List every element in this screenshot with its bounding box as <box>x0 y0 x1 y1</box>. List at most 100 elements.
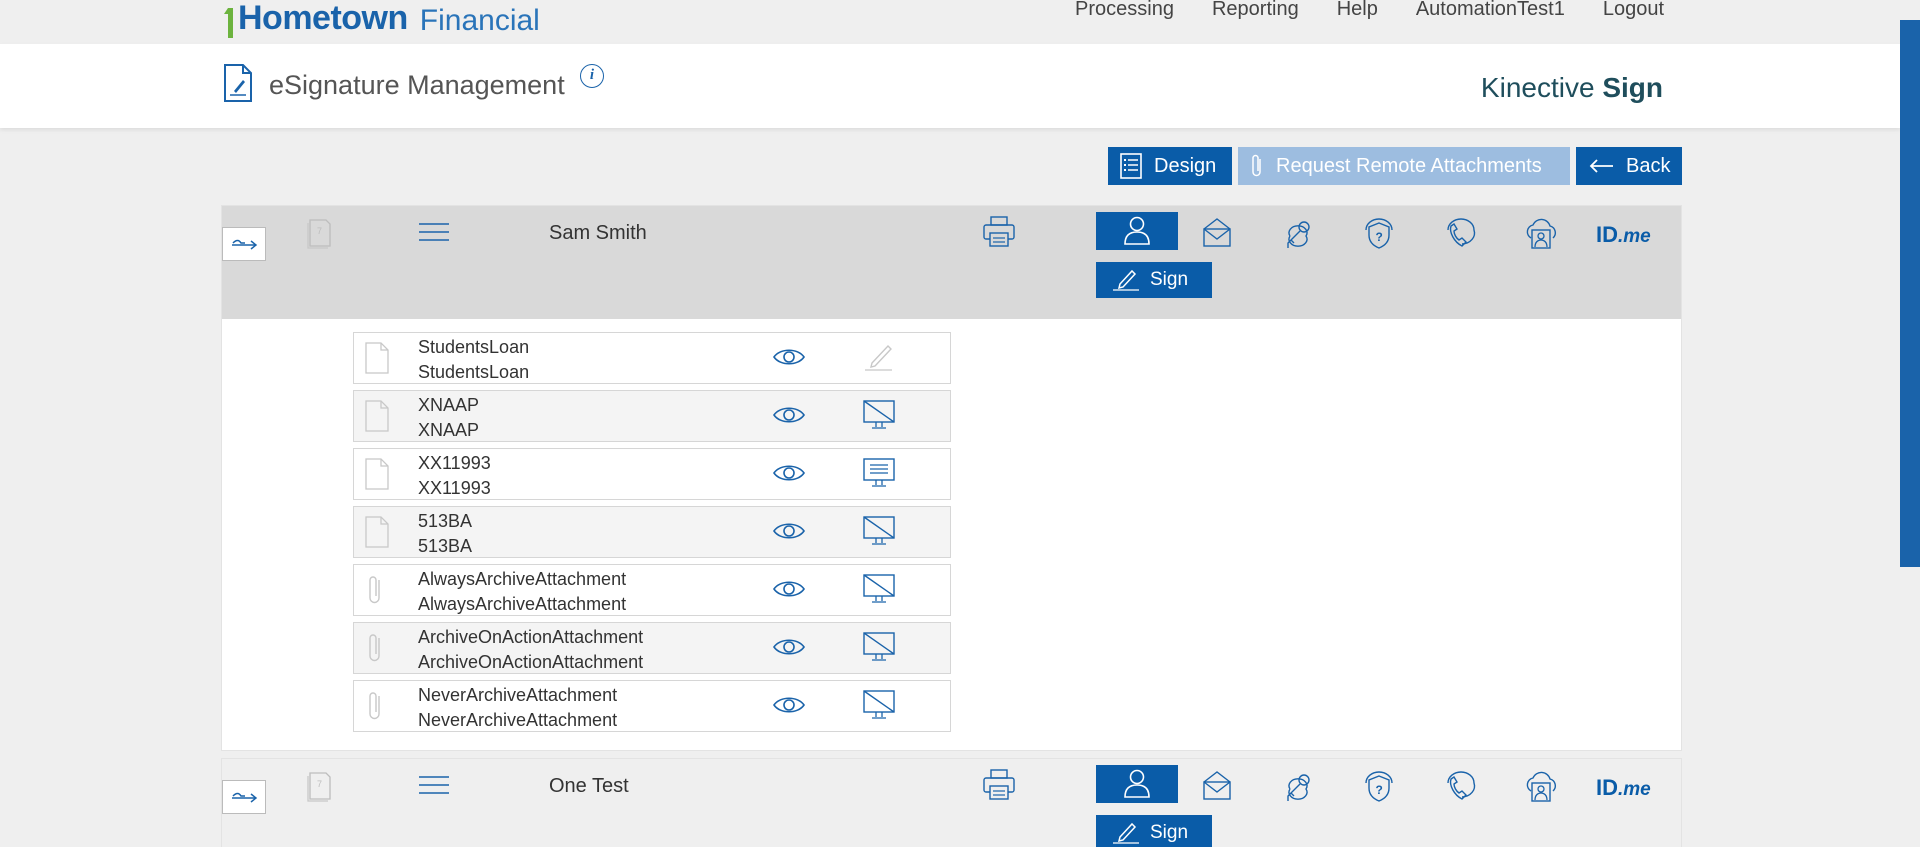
idme-suffix: .me <box>1618 779 1651 800</box>
route-arrow-icon <box>232 239 258 250</box>
pen-signed-icon[interactable] <box>862 341 896 373</box>
paperclip-icon <box>369 692 380 720</box>
document-row[interactable]: 513BA 513BA <box>353 506 951 558</box>
document-list: StudentsLoan StudentsLoan XNAAP XNAAP XX… <box>222 319 1681 751</box>
monitor-disabled-icon[interactable] <box>862 689 896 721</box>
document-row[interactable]: XNAAP XNAAP <box>353 390 951 442</box>
document-row[interactable]: StudentsLoan StudentsLoan <box>353 332 951 384</box>
idme-logo[interactable]: ID.me <box>1596 775 1651 801</box>
package-icon: 7 <box>307 772 331 802</box>
document-name: ArchiveOnActionAttachment <box>418 627 644 647</box>
sign-button[interactable]: Sign <box>1096 262 1212 298</box>
route-button[interactable] <box>222 780 266 814</box>
document-description: StudentsLoan <box>418 362 530 382</box>
shield-question-icon[interactable]: ? <box>1361 216 1397 250</box>
signer-header: 7 One Test ? ID.me Sign <box>222 759 1681 847</box>
design-list-icon <box>1120 153 1142 179</box>
key-icon[interactable] <box>1280 216 1316 250</box>
document-names: NeverArchiveAttachment NeverArchiveAttac… <box>418 683 617 733</box>
eye-icon[interactable] <box>772 577 806 601</box>
in-person-method-button[interactable] <box>1096 765 1178 803</box>
monitor-active-icon[interactable] <box>862 457 896 489</box>
document-description: NeverArchiveAttachment <box>418 710 618 730</box>
monitor-disabled-icon[interactable] <box>862 573 896 605</box>
printer-icon[interactable] <box>982 215 1016 249</box>
eye-icon[interactable] <box>772 345 806 369</box>
document-description: ArchiveOnActionAttachment <box>418 652 644 672</box>
document-names: XNAAP XNAAP <box>418 393 479 443</box>
document-description: 513BA <box>418 536 473 556</box>
menu-icon[interactable] <box>418 775 450 795</box>
document-name: 513BA <box>418 511 473 531</box>
paperclip-icon <box>369 634 380 662</box>
nav-help[interactable]: Help <box>1337 0 1378 21</box>
request-remote-attachments-button[interactable]: Request Remote Attachments <box>1238 147 1570 185</box>
eye-icon[interactable] <box>772 519 806 543</box>
menu-icon[interactable] <box>418 222 450 242</box>
signer-name: Sam Smith <box>549 222 647 244</box>
pen-icon <box>1113 269 1139 291</box>
nav-user[interactable]: AutomationTest1 <box>1416 0 1565 21</box>
nav-processing[interactable]: Processing <box>1075 0 1174 21</box>
request-remote-attachments-label: Request Remote Attachments <box>1276 154 1542 177</box>
eye-icon[interactable] <box>772 461 806 485</box>
document-row[interactable]: ArchiveOnActionAttachment ArchiveOnActio… <box>353 622 951 674</box>
sign-button[interactable]: Sign <box>1096 815 1212 847</box>
route-button[interactable] <box>222 227 266 261</box>
page-header: eSignature Management i Kinective Sign <box>0 44 1900 128</box>
cloud-user-icon[interactable] <box>1523 769 1559 803</box>
idme-text: ID <box>1596 222 1618 247</box>
brand-bold-text: Sign <box>1602 72 1663 103</box>
document-description: XNAAP <box>418 420 480 440</box>
shield-question-icon[interactable]: ? <box>1361 769 1397 803</box>
document-row[interactable]: XX11993 XX11993 <box>353 448 951 500</box>
in-person-icon <box>1124 769 1150 798</box>
document-name: NeverArchiveAttachment <box>418 685 618 705</box>
brand-normal-text: Kinective <box>1480 72 1595 103</box>
in-person-icon <box>1124 216 1150 245</box>
phone-icon[interactable] <box>1442 769 1478 803</box>
document-row[interactable]: AlwaysArchiveAttachment AlwaysArchiveAtt… <box>353 564 951 616</box>
eye-icon[interactable] <box>772 403 806 427</box>
document-name: AlwaysArchiveAttachment <box>418 569 627 589</box>
nav-reporting[interactable]: Reporting <box>1212 0 1299 21</box>
page-scrollbar[interactable] <box>1900 0 1920 847</box>
printer-icon[interactable] <box>982 768 1016 802</box>
esignature-document-icon <box>224 64 252 102</box>
document-icon <box>365 458 389 490</box>
cloud-user-icon[interactable] <box>1523 216 1559 250</box>
document-names: 513BA 513BA <box>418 509 472 559</box>
signer-name: One Test <box>549 775 629 797</box>
svg-text:?: ? <box>1376 783 1383 797</box>
key-icon[interactable] <box>1280 769 1316 803</box>
hometown-financial-logo[interactable]: Hometown Financial <box>222 0 540 38</box>
paperclip-icon <box>369 576 380 604</box>
email-icon[interactable] <box>1199 216 1235 248</box>
signer-header: 7 Sam Smith ? ID.me Sign <box>222 206 1681 319</box>
logo-primary-text: Hometown <box>238 0 408 37</box>
in-person-method-button[interactable] <box>1096 212 1178 250</box>
idme-text: ID <box>1596 775 1618 800</box>
eye-icon[interactable] <box>772 693 806 717</box>
monitor-disabled-icon[interactable] <box>862 631 896 663</box>
document-row[interactable]: NeverArchiveAttachment NeverArchiveAttac… <box>353 680 951 732</box>
monitor-disabled-icon[interactable] <box>862 515 896 547</box>
eye-icon[interactable] <box>772 635 806 659</box>
main-nav: Processing Reporting Help AutomationTest… <box>1075 0 1664 21</box>
monitor-disabled-icon[interactable] <box>862 399 896 431</box>
back-button[interactable]: Back <box>1576 147 1682 185</box>
logo-secondary-text: Financial <box>419 4 540 37</box>
design-button-label: Design <box>1154 154 1217 177</box>
info-icon[interactable]: i <box>580 64 604 88</box>
document-name: XX11993 <box>418 453 491 473</box>
email-icon[interactable] <box>1199 769 1235 801</box>
idme-logo[interactable]: ID.me <box>1596 222 1651 248</box>
design-button[interactable]: Design <box>1108 147 1232 185</box>
idme-suffix: .me <box>1618 226 1651 247</box>
scrollbar-thumb[interactable] <box>1900 20 1920 567</box>
document-icon <box>365 400 389 432</box>
document-name: StudentsLoan <box>418 337 530 357</box>
phone-icon[interactable] <box>1442 216 1478 250</box>
kinective-sign-brand: Kinective Sign <box>1481 72 1663 104</box>
nav-logout[interactable]: Logout <box>1603 0 1664 21</box>
